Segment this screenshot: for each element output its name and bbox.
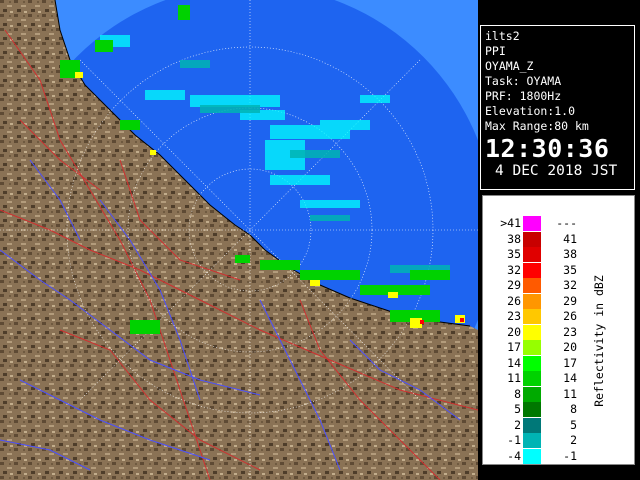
legend-row: 17 20: [483, 340, 633, 355]
legend-color-swatch: [523, 247, 541, 262]
legend-color-swatch: [523, 402, 541, 417]
legend-upper-bound: 41: [563, 231, 577, 246]
legend-upper-bound: 20: [563, 340, 577, 354]
legend-lower-bound: 20: [507, 324, 521, 339]
legend-upper-bound: 11: [563, 386, 577, 401]
legend-color-swatch: [523, 231, 541, 247]
legend-lower-bound: 8: [514, 386, 521, 401]
legend-row: 58: [483, 402, 633, 417]
legend-color-swatch: [523, 293, 541, 309]
legend-upper-bound: 35: [563, 262, 577, 277]
legend-color-swatch: [523, 386, 541, 402]
legend-lower-bound: 35: [507, 247, 521, 261]
legend-upper-bound: 32: [563, 278, 577, 292]
legend-row: 32 35: [483, 262, 633, 278]
legend-upper-bound: 23: [563, 324, 577, 339]
legend-lower-bound: 32: [507, 262, 521, 277]
legend-upper-bound: 8: [570, 402, 577, 416]
elevation-value: Elevation:1.0: [485, 104, 576, 118]
legend-upper-bound: 2: [570, 433, 577, 447]
legend-row: 11 14: [483, 371, 633, 386]
legend-row: 35 38: [483, 247, 633, 262]
legend-row: 23 26: [483, 309, 633, 324]
legend-upper-bound: 17: [563, 355, 577, 370]
legend-color-swatch: [523, 324, 541, 340]
legend-row: 25: [483, 417, 633, 433]
legend-row: 20 23: [483, 324, 633, 340]
legend-row: 38 41: [483, 231, 633, 247]
legend-upper-bound: 29: [563, 293, 577, 308]
scan-date: 4 DEC 2018 JST: [495, 163, 618, 179]
legend-color-swatch: [523, 433, 541, 448]
legend-color-swatch: [523, 278, 541, 293]
legend-upper-bound: ---: [556, 216, 577, 230]
legend-row: 14 17: [483, 355, 633, 371]
legend-color-swatch: [523, 448, 541, 464]
legend-upper-bound: 26: [563, 309, 577, 323]
task-name: Task: OYAMA: [485, 74, 562, 88]
legend-row: 29 32: [483, 278, 633, 293]
legend-lower-bound: 5: [514, 402, 521, 416]
legend-color-swatch: [523, 309, 541, 324]
site-name: ilts2: [485, 29, 520, 43]
scan-time: 12:30:36: [485, 134, 610, 163]
reflectivity-legend: Reflectivity in dBZ >41 --- 38 41 35 38 32 35 29…: [482, 195, 635, 465]
legend-lower-bound: 23: [507, 309, 521, 323]
legend-row: 8 11: [483, 386, 633, 402]
legend-lower-bound: -4: [507, 448, 521, 463]
legend-lower-bound: 11: [507, 371, 521, 385]
legend-lower-bound: 38: [507, 231, 521, 246]
legend-color-swatch: [523, 262, 541, 278]
legend-lower-bound: 29: [507, 278, 521, 292]
radar-info-panel: ilts2 PPI OYAMA_Z Task: OYAMA PRF: 1800H…: [480, 25, 635, 190]
legend-lower-bound: 14: [507, 355, 521, 370]
legend-lower-bound: 2: [514, 417, 521, 432]
legend-color-swatch: [523, 216, 541, 231]
legend-lower-bound: -1: [507, 433, 521, 447]
product-name: OYAMA_Z: [485, 59, 534, 73]
radar-ppi-map[interactable]: [0, 0, 478, 480]
legend-color-swatch: [523, 340, 541, 355]
prf-value: PRF: 1800Hz: [485, 89, 562, 103]
legend-lower-bound: 26: [507, 293, 521, 308]
legend-color-swatch: [523, 417, 541, 433]
legend-row: 26 29: [483, 293, 633, 309]
legend-upper-bound: -1: [563, 448, 577, 463]
legend-color-swatch: [523, 371, 541, 386]
legend-upper-bound: 14: [563, 371, 577, 385]
legend-upper-bound: 5: [570, 417, 577, 432]
scan-mode: PPI: [485, 44, 506, 58]
legend-color-swatch: [523, 355, 541, 371]
legend-row: -1 2: [483, 433, 633, 448]
legend-row: >41 ---: [483, 216, 633, 231]
legend-lower-bound: >41: [500, 216, 521, 230]
legend-row: -4 -1: [483, 448, 633, 464]
legend-lower-bound: 17: [507, 340, 521, 354]
max-range-value: Max Range:80 km: [485, 119, 589, 133]
legend-upper-bound: 38: [563, 247, 577, 261]
